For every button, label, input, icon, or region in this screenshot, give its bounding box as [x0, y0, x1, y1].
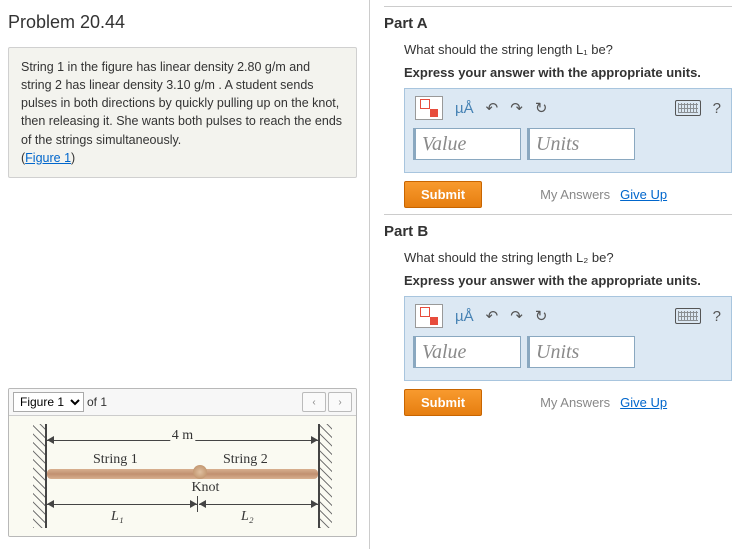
- part-a-instruction: Express your answer with the appropriate…: [404, 65, 732, 80]
- give-up-link[interactable]: Give Up: [620, 187, 667, 202]
- measure-L2: [199, 504, 318, 505]
- part-a-block: Part A What should the string length L₁ …: [384, 6, 732, 208]
- reset-icon[interactable]: ↻: [535, 99, 548, 117]
- label-string1: String 1: [91, 452, 140, 468]
- undo-icon[interactable]: ↶: [486, 307, 499, 325]
- give-up-link[interactable]: Give Up: [620, 395, 667, 410]
- label-L2: L₂: [239, 509, 256, 525]
- problem-title: Problem 20.44: [8, 12, 357, 33]
- keyboard-icon[interactable]: [675, 308, 701, 324]
- wall-left: [33, 424, 47, 528]
- submit-button[interactable]: Submit: [404, 389, 482, 416]
- spacer: [8, 178, 357, 388]
- figure-link-suffix: ): [71, 151, 75, 165]
- part-b-heading: Part B: [384, 223, 732, 240]
- help-icon[interactable]: ?: [713, 308, 721, 325]
- part-a-answer-box: µÅ ↶ ↷ ↻ ? Value Units: [404, 88, 732, 173]
- redo-icon[interactable]: ↷: [510, 99, 523, 117]
- label-total-length: 4 m: [170, 428, 195, 444]
- knot-graphic: [193, 465, 207, 479]
- part-b-submit-row: Submit My Answers Give Up: [404, 389, 732, 416]
- units-icon[interactable]: µÅ: [455, 100, 474, 117]
- problem-statement-box: String 1 in the figure has linear densit…: [8, 47, 357, 178]
- label-L1: L₁: [109, 509, 126, 525]
- part-a-heading: Part A: [384, 15, 732, 32]
- template-icon[interactable]: [415, 304, 443, 328]
- undo-icon[interactable]: ↶: [486, 99, 499, 117]
- units-input[interactable]: Units: [527, 336, 635, 368]
- part-b-answer-box: µÅ ↶ ↷ ↻ ? Value Units: [404, 296, 732, 381]
- figure-next-button[interactable]: ›: [328, 392, 352, 412]
- left-column: Problem 20.44 String 1 in the figure has…: [0, 0, 370, 549]
- part-a-question: What should the string length L₁ be?: [404, 42, 732, 57]
- submit-button[interactable]: Submit: [404, 181, 482, 208]
- part-b-toolbar: µÅ ↶ ↷ ↻ ?: [413, 304, 723, 336]
- keyboard-icon[interactable]: [675, 100, 701, 116]
- main-container: Problem 20.44 String 1 in the figure has…: [0, 0, 742, 549]
- label-knot: Knot: [189, 480, 221, 496]
- part-a-submit-row: Submit My Answers Give Up: [404, 181, 732, 208]
- figure-select[interactable]: Figure 1: [13, 392, 84, 412]
- wall-right: [318, 424, 332, 528]
- figure-image: 4 m String 1 String 2 Knot L₁ L₂: [9, 416, 356, 536]
- my-answers-label: My Answers: [540, 395, 610, 410]
- help-icon[interactable]: ?: [713, 100, 721, 117]
- string-graphic: [47, 469, 318, 479]
- label-string2: String 2: [221, 452, 270, 468]
- my-answers-label: My Answers: [540, 187, 610, 202]
- value-input[interactable]: Value: [413, 336, 521, 368]
- value-input[interactable]: Value: [413, 128, 521, 160]
- figure-link[interactable]: Figure 1: [25, 151, 71, 165]
- template-icon[interactable]: [415, 96, 443, 120]
- figure-panel: Figure 1 of 1 ‹ › 4 m String 1 String 2: [8, 388, 357, 537]
- units-icon[interactable]: µÅ: [455, 308, 474, 325]
- figure-header: Figure 1 of 1 ‹ ›: [9, 389, 356, 416]
- units-input[interactable]: Units: [527, 128, 635, 160]
- part-a-toolbar: µÅ ↶ ↷ ↻ ?: [413, 96, 723, 128]
- part-b-block: Part B What should the string length L₂ …: [384, 214, 732, 416]
- part-b-instruction: Express your answer with the appropriate…: [404, 273, 732, 288]
- figure-prev-button[interactable]: ‹: [302, 392, 326, 412]
- reset-icon[interactable]: ↻: [535, 307, 548, 325]
- part-b-question: What should the string length L₂ be?: [404, 250, 732, 265]
- redo-icon[interactable]: ↷: [510, 307, 523, 325]
- right-column: Part A What should the string length L₁ …: [370, 0, 742, 549]
- measure-L1: [47, 504, 197, 505]
- figure-count: of 1: [87, 395, 107, 409]
- problem-text: String 1 in the figure has linear densit…: [21, 60, 342, 147]
